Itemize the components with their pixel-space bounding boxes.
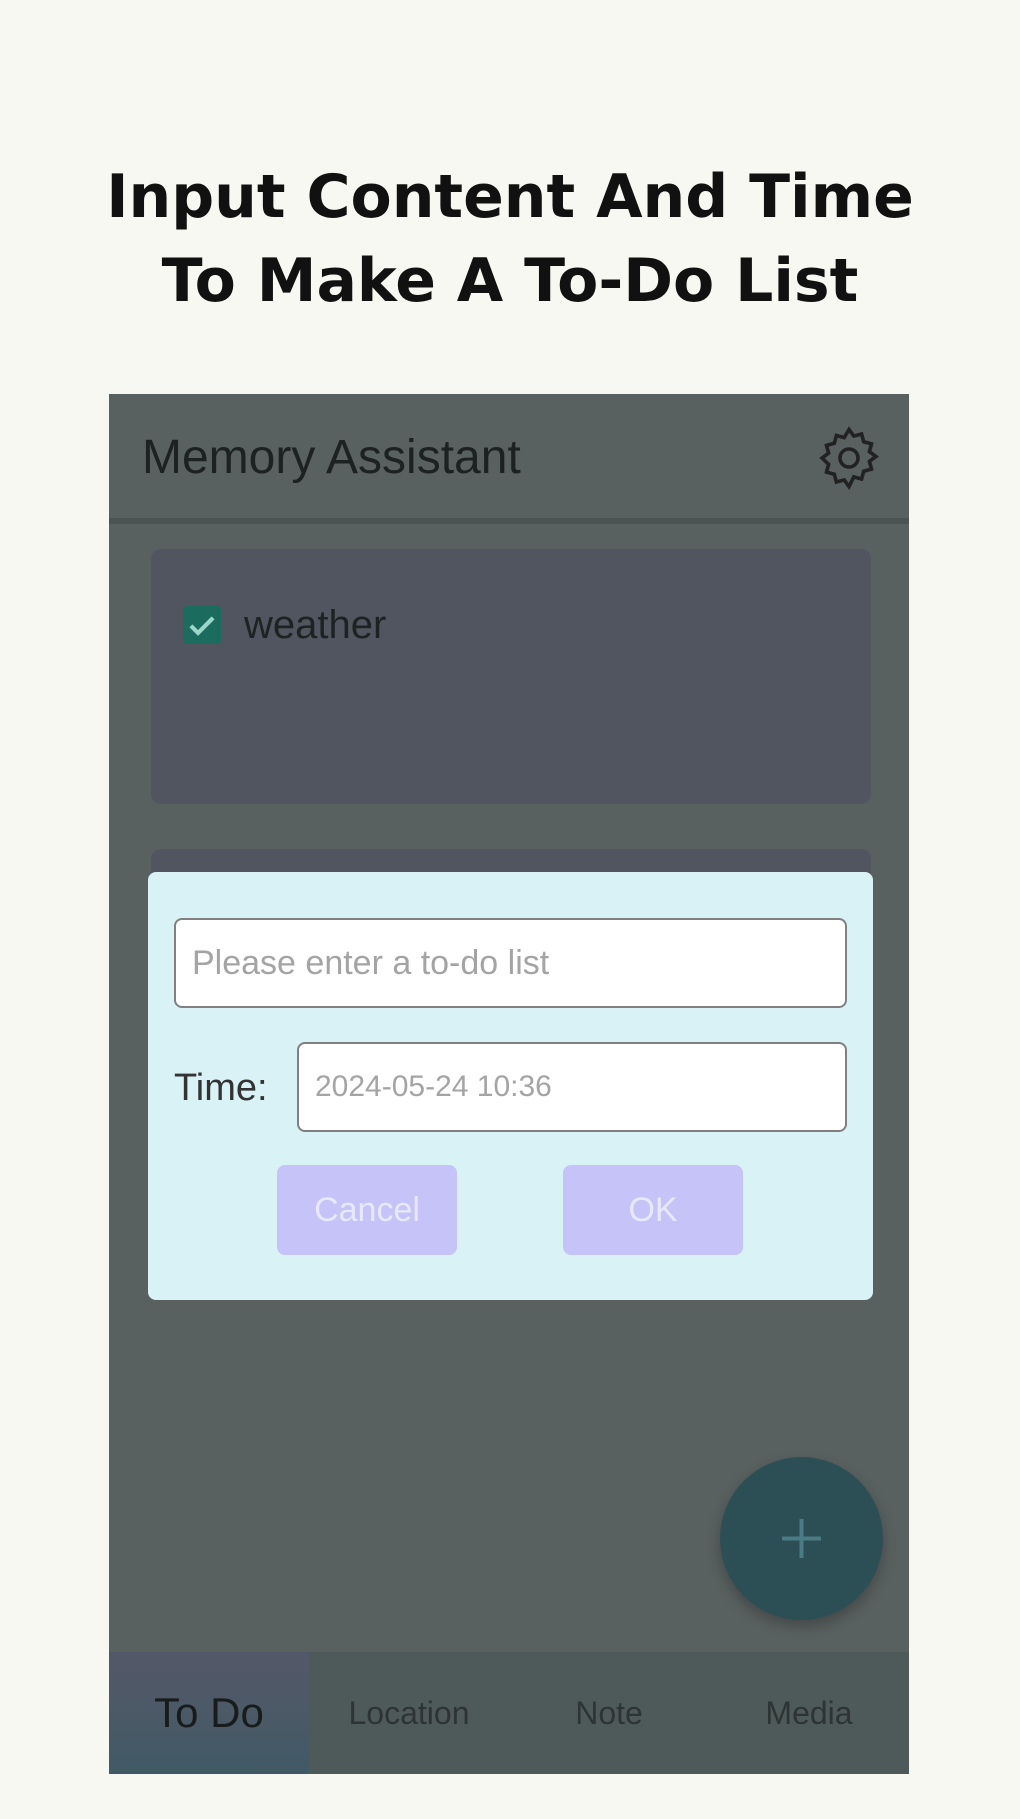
time-label: Time:: [174, 1067, 268, 1109]
phone-screen: Memory Assistant weather Please enter a …: [109, 394, 909, 1774]
todo-content-placeholder: Please enter a to-do list: [192, 943, 550, 982]
nav-tab-media[interactable]: Media: [709, 1652, 909, 1774]
todo-text: weather: [244, 603, 387, 647]
ok-button[interactable]: OK: [563, 1165, 743, 1255]
headline-line-2: To Make A To-Do List: [161, 246, 859, 316]
nav-tab-location[interactable]: Location: [309, 1652, 509, 1774]
plus-icon: [782, 1519, 821, 1558]
headline-line-1: Input Content And Time: [106, 162, 914, 232]
app-bar: Memory Assistant: [109, 394, 909, 524]
gear-icon[interactable]: [813, 422, 885, 494]
time-value: 2024-05-24 10:36: [315, 1070, 552, 1103]
nav-tab-todo[interactable]: To Do: [109, 1652, 309, 1774]
time-input[interactable]: 2024-05-24 10:36: [297, 1042, 847, 1132]
promo-headline: Input Content And Time To Make A To-Do L…: [0, 155, 1020, 323]
todo-card[interactable]: weather: [151, 549, 871, 804]
todo-checkbox[interactable]: [183, 606, 221, 644]
todo-content-input[interactable]: Please enter a to-do list: [174, 918, 847, 1008]
app-title: Memory Assistant: [142, 431, 521, 484]
check-icon: [189, 616, 215, 636]
nav-tab-note[interactable]: Note: [509, 1652, 709, 1774]
cancel-button[interactable]: Cancel: [277, 1165, 457, 1255]
add-todo-dialog: Please enter a to-do list Time: 2024-05-…: [148, 872, 873, 1300]
bottom-nav: To Do Location Note Media: [109, 1652, 909, 1774]
add-todo-fab[interactable]: [720, 1457, 883, 1620]
